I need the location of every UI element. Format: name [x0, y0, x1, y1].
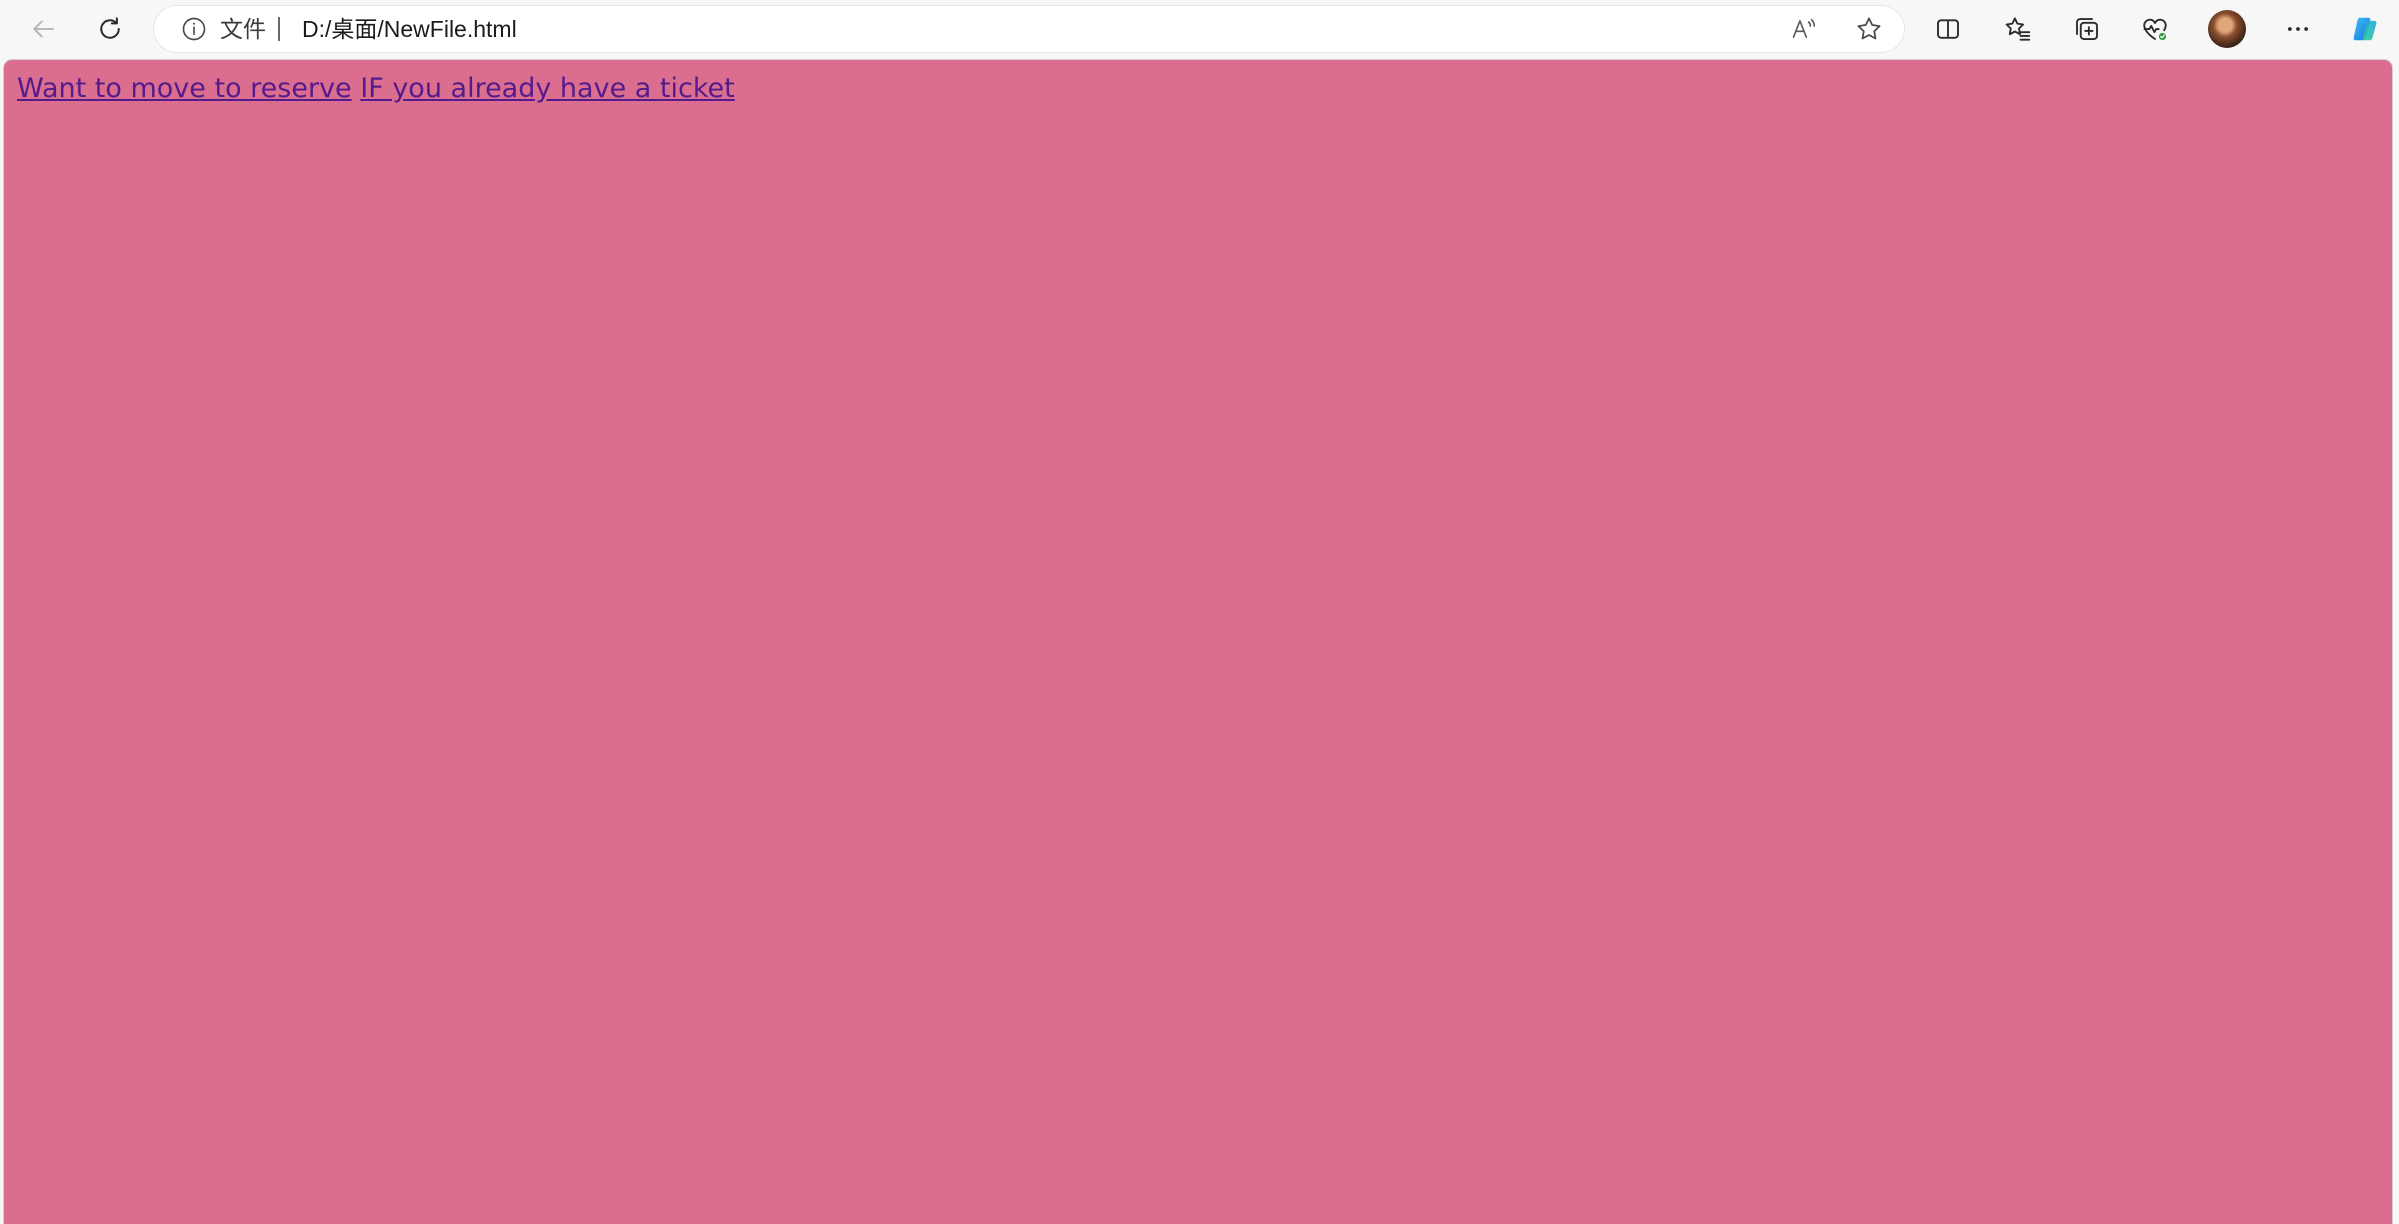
- read-aloud-icon[interactable]: [1790, 15, 1818, 43]
- back-arrow-icon: [33, 20, 54, 38]
- address-bar[interactable]: 文件 D:/桌面/NewFile.html: [154, 6, 1904, 52]
- refresh-icon: [100, 17, 120, 39]
- info-icon[interactable]: [180, 15, 208, 43]
- browser-toolbar: 文件 D:/桌面/NewFile.html: [0, 0, 2399, 58]
- copilot-button[interactable]: [2342, 6, 2388, 52]
- reserve-link[interactable]: Want to move to reserve: [17, 73, 352, 104]
- split-screen-button[interactable]: [1925, 6, 1971, 52]
- page-content: Want to move to reserve IF you already h…: [17, 72, 735, 106]
- favorites-button[interactable]: [1995, 6, 2041, 52]
- star-icon[interactable]: [1854, 14, 1884, 44]
- favorites-icon: [2005, 17, 2031, 41]
- more-button[interactable]: [2275, 6, 2321, 52]
- collections-icon: [2076, 18, 2098, 40]
- ticket-link[interactable]: IF you already have a ticket: [360, 73, 734, 104]
- split-screen-icon: [1937, 19, 1959, 39]
- browser-essentials-button[interactable]: [2132, 6, 2178, 52]
- copilot-icon: [2353, 17, 2377, 41]
- heart-pulse-icon: [2143, 18, 2168, 42]
- address-separator: [278, 17, 280, 41]
- more-icon: [2288, 27, 2308, 31]
- back-button[interactable]: [20, 6, 66, 52]
- address-scheme-label: 文件: [220, 16, 266, 42]
- avatar[interactable]: [2208, 10, 2246, 48]
- collections-button[interactable]: [2064, 6, 2110, 52]
- page-viewport: Want to move to reserve IF you already h…: [4, 60, 2392, 1224]
- refresh-button[interactable]: [87, 6, 133, 52]
- address-url[interactable]: D:/桌面/NewFile.html: [302, 6, 517, 52]
